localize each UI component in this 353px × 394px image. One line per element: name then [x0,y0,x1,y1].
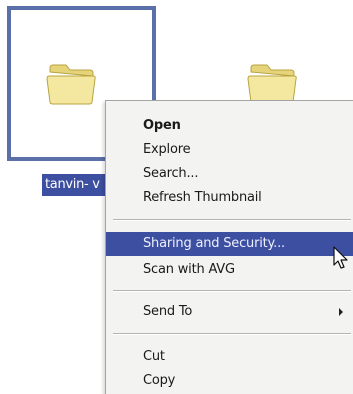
menu-item-cut[interactable]: Cut [106,345,353,369]
submenu-arrow-icon [339,308,343,316]
menu-item-send-to[interactable]: Send To [106,300,353,324]
menu-item-open[interactable]: Open [106,114,353,138]
menu-item-refresh-thumbnail[interactable]: Refresh Thumbnail [106,186,353,210]
menu-item-copy[interactable]: Copy [106,369,353,393]
menu-separator [113,219,351,221]
menu-item-search[interactable]: Search... [106,162,353,186]
menu-separator [113,333,351,335]
folder-icon[interactable] [46,62,98,106]
menu-item-label: Send To [143,304,193,319]
menu-item-explore[interactable]: Explore [106,138,353,162]
menu-separator [113,290,351,292]
menu-item-sharing-and-security[interactable]: Sharing and Security... [106,232,353,256]
menu-item-scan-with-avg[interactable]: Scan with AVG [106,258,353,282]
mouse-pointer-icon [333,246,349,270]
context-menu: Open Explore Search... Refresh Thumbnail… [105,100,353,394]
